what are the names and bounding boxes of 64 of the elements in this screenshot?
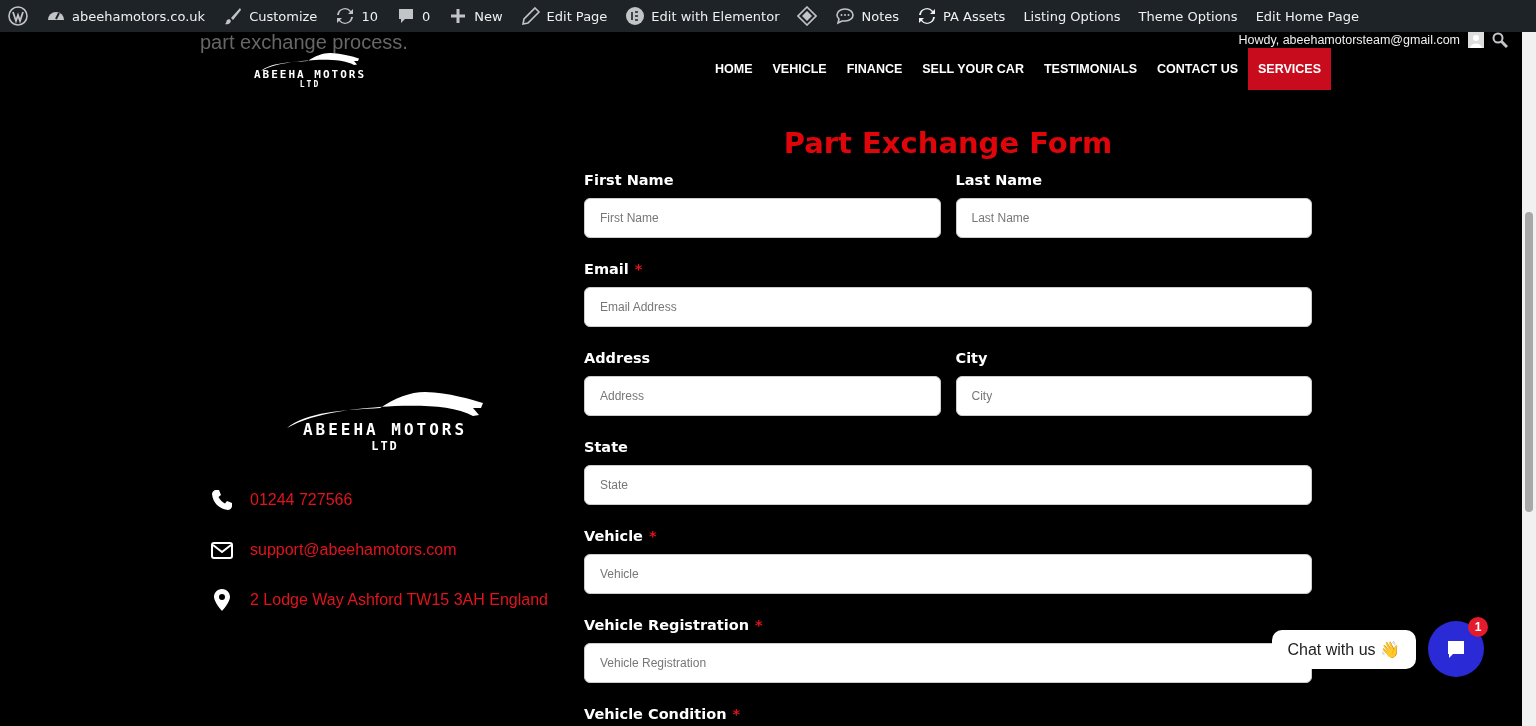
field-label: Email <box>584 261 629 279</box>
field-label: Vehicle <box>584 528 643 546</box>
pencil-icon <box>520 6 541 26</box>
text-field[interactable]: State <box>584 465 1312 505</box>
diamond-icon <box>797 6 818 26</box>
refresh-icon <box>335 6 356 26</box>
field-label: City <box>955 350 988 368</box>
contact-link[interactable]: 01244 727566 <box>250 491 353 509</box>
avatar-icon[interactable] <box>1468 32 1484 48</box>
contact-link[interactable]: support@abeehamotors.com <box>250 541 457 559</box>
nav-link[interactable]: SELL YOUR CAR <box>912 48 1034 90</box>
chat-prompt[interactable]: Chat with us 👋 <box>1271 629 1416 669</box>
nav-link[interactable]: FINANCE <box>836 48 913 90</box>
nav-link[interactable]: SERVICES <box>1248 48 1331 90</box>
field-label: Last Name <box>955 172 1042 190</box>
intro-text: part exchange process. <box>200 32 409 52</box>
logo-subtext: LTD <box>371 439 399 453</box>
brush-icon <box>223 6 244 26</box>
toolbar-link[interactable]: PA Assets <box>943 8 1006 24</box>
sync-icon <box>917 6 938 26</box>
phone-icon <box>210 488 234 512</box>
scrollbar-thumb[interactable] <box>1525 212 1533 512</box>
field-label: First Name <box>584 172 674 190</box>
toolbar-link[interactable]: Edit Page <box>546 8 608 24</box>
toolbar-link[interactable]: Theme Options <box>1138 8 1238 24</box>
required-asterisk: * <box>732 706 741 724</box>
search-icon[interactable] <box>1492 32 1508 48</box>
text-field[interactable]: Email Address <box>584 287 1312 327</box>
required-asterisk: * <box>648 528 657 546</box>
toolbar-link[interactable]: Edit with Elementor <box>651 8 780 24</box>
toolbar-link[interactable]: Customize <box>249 8 318 24</box>
toolbar-link[interactable]: 0 <box>421 8 431 24</box>
field-label: Address <box>584 350 651 368</box>
field-label: State <box>584 439 628 457</box>
nav-link[interactable]: TESTIMONIALS <box>1033 48 1147 90</box>
nav-link[interactable]: CONTACT US <box>1147 48 1248 90</box>
toolbar-link[interactable]: Edit Home Page <box>1255 8 1359 24</box>
greeting-link[interactable]: Howdy, abeehamotorsteam@gmail.com <box>1238 33 1460 47</box>
toolbar-link[interactable]: 10 <box>361 8 378 24</box>
required-asterisk: * <box>634 261 643 279</box>
text-field[interactable]: Last Name <box>955 198 1312 238</box>
field-label: Vehicle Registration <box>584 617 750 635</box>
toolbar-link[interactable]: Listing Options <box>1023 8 1121 24</box>
text-field[interactable]: Address <box>584 376 941 416</box>
text-field[interactable]: City <box>955 376 1312 416</box>
required-asterisk: * <box>755 617 763 635</box>
speech-bubble-icon <box>835 6 856 26</box>
form-title: Part Exchange Form <box>782 126 1114 160</box>
wordpress-logo-icon <box>8 6 28 26</box>
text-field[interactable]: First Name <box>584 198 941 238</box>
elementor-icon <box>625 6 646 26</box>
nav-link[interactable]: HOME <box>705 48 763 90</box>
nav-link[interactable]: VEHICLE <box>762 48 837 90</box>
text-field[interactable]: Vehicle <box>584 554 1312 594</box>
scrollbar[interactable] <box>1522 32 1536 726</box>
toolbar-link[interactable]: abeehamotors.co.uk <box>72 8 206 24</box>
logo-text: ABEEHA MOTORS <box>253 68 367 81</box>
logo-text: ABEEHA MOTORS <box>302 420 468 439</box>
notification-badge: 1 <box>1468 617 1488 637</box>
contact-link[interactable]: 2 Lodge Way Ashford TW15 3AH England <box>250 591 548 609</box>
toolbar-link[interactable]: Notes <box>861 8 900 24</box>
logo-subtext: LTD <box>299 81 321 89</box>
toolbar-link[interactable]: New <box>474 8 503 24</box>
field-label: Vehicle Condition <box>584 706 727 724</box>
